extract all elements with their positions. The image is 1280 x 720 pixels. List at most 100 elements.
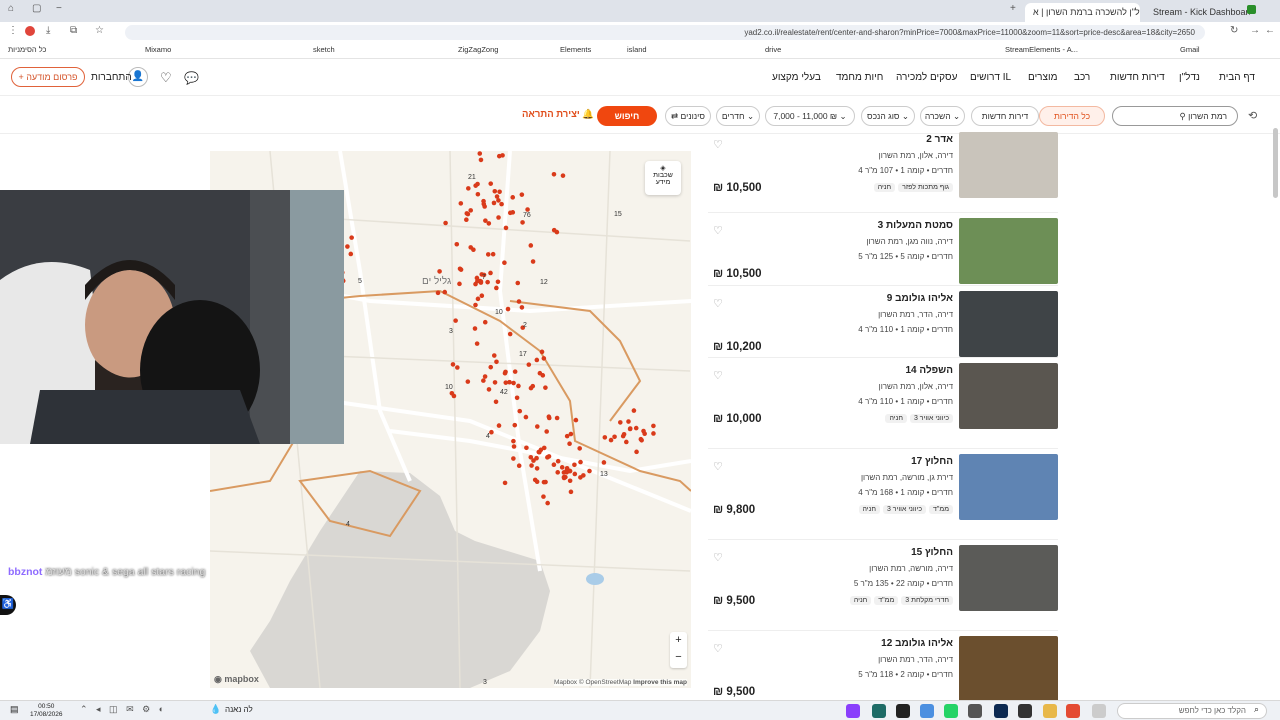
listing-pin[interactable] (624, 439, 629, 445)
listing-pin[interactable] (577, 446, 582, 451)
listing-pin[interactable] (561, 474, 567, 480)
window-menu-icon[interactable]: ⌂ (8, 3, 14, 14)
listing-pin[interactable] (503, 369, 508, 375)
listing-pin[interactable] (482, 374, 488, 379)
favorite-heart-icon[interactable]: ♡ (713, 460, 723, 473)
listing-pin[interactable] (541, 494, 546, 499)
listing-pin[interactable] (486, 221, 492, 226)
listing-pin[interactable] (608, 437, 614, 443)
file-explorer-icon[interactable] (1043, 704, 1057, 718)
map-attribution[interactable]: Mapbox © OpenStreetMap Improve this map (553, 679, 687, 686)
listing-photo[interactable] (959, 545, 1058, 611)
listing-pin[interactable] (634, 449, 639, 455)
listing-pin[interactable] (442, 289, 448, 295)
task-view-icon[interactable] (1092, 704, 1106, 718)
listing-pin[interactable] (475, 181, 480, 187)
listing-pin[interactable] (529, 463, 534, 468)
cluster-count-label[interactable]: 12 (540, 279, 548, 286)
nav-products[interactable]: מוצרים (1028, 72, 1057, 83)
listing-pin[interactable] (485, 279, 490, 285)
listing-pin[interactable] (457, 281, 462, 287)
create-alert-button[interactable]: יצירת התראה 🔔 (522, 109, 594, 120)
listing-pin[interactable] (544, 429, 549, 434)
listing-pin[interactable] (455, 365, 460, 370)
listing-pin[interactable] (511, 456, 516, 461)
listing-pin[interactable] (494, 285, 499, 291)
listing-pin[interactable] (453, 318, 458, 323)
favorite-heart-icon[interactable]: ♡ (713, 138, 723, 151)
listing-card[interactable]: השפלה 14 דירה, אלון, רמת השרון 4 חדרים • ק… (708, 363, 1058, 439)
listing-pin[interactable] (572, 471, 578, 477)
app-icon-2[interactable] (872, 704, 886, 718)
cluster-count-label[interactable]: 2 (523, 322, 527, 329)
favorite-heart-icon[interactable]: ♡ (713, 369, 723, 382)
listing-pin[interactable] (468, 208, 474, 213)
post-ad-button[interactable]: + פרסום מודעה (11, 67, 85, 87)
nav-businesses[interactable]: עסקים למכירה (896, 72, 957, 83)
listing-pin[interactable] (568, 431, 574, 437)
listing-pin[interactable] (567, 441, 572, 447)
listing-pin[interactable] (534, 357, 540, 363)
listing-pin[interactable] (560, 173, 566, 178)
listing-pin[interactable] (519, 305, 525, 310)
listing-pin[interactable] (491, 200, 497, 206)
listing-pin[interactable] (503, 225, 509, 231)
cluster-count-label[interactable]: 76 (523, 212, 531, 219)
back-icon[interactable]: ← (1265, 25, 1275, 36)
listing-pin[interactable] (554, 415, 560, 421)
listing-pin[interactable] (511, 444, 517, 449)
favorite-heart-icon[interactable]: ♡ (713, 224, 723, 237)
listing-pin[interactable] (491, 353, 497, 358)
cluster-count-label[interactable]: 10 (445, 384, 453, 391)
tab-all-apartments[interactable]: כל הדירות (1039, 106, 1105, 126)
favorite-heart-icon[interactable]: ♡ (713, 551, 723, 564)
listing-photo[interactable] (959, 454, 1058, 520)
listing-pin[interactable] (534, 424, 540, 429)
cluster-count-label[interactable]: 13 (600, 471, 608, 478)
photoshop-icon[interactable] (994, 704, 1008, 718)
listing-pin[interactable] (493, 399, 499, 405)
listing-pin[interactable] (554, 229, 560, 235)
listing-pin[interactable] (526, 362, 532, 367)
listing-pin[interactable] (475, 191, 481, 197)
listing-pin[interactable] (494, 359, 499, 365)
bookmark-elements[interactable]: Elements (560, 42, 591, 58)
accessibility-icon[interactable]: ♿ (0, 595, 16, 615)
system-tray-icons[interactable]: ⌃ ◂ ◫ ✉ ⚙ ◐ (80, 704, 167, 715)
listing-pin[interactable] (454, 241, 460, 247)
listing-pin[interactable] (511, 438, 516, 444)
bookmark-gmail[interactable]: Gmail (1180, 42, 1200, 58)
listing-pin[interactable] (474, 341, 480, 346)
nav-home[interactable]: דף הבית (1219, 72, 1255, 83)
terminal-icon[interactable] (896, 704, 910, 718)
listing-pin[interactable] (494, 194, 500, 199)
listing-pin[interactable] (449, 390, 455, 396)
listing-pin[interactable] (496, 198, 501, 203)
listing-pin[interactable] (478, 157, 484, 163)
listing-pin[interactable] (488, 181, 494, 186)
listing-pin[interactable] (495, 279, 501, 285)
listing-pin[interactable] (515, 280, 521, 286)
listing-pin[interactable] (443, 220, 448, 226)
listing-pin[interactable] (631, 408, 637, 413)
listing-pin[interactable] (578, 475, 583, 480)
listing-pin[interactable] (626, 419, 631, 424)
listing-pin[interactable] (543, 479, 548, 485)
cluster-count-label[interactable]: 5 (358, 278, 362, 285)
property-type-select[interactable]: סוג הנכס ⌄ (861, 106, 915, 126)
listing-pin[interactable] (537, 370, 543, 376)
tab-kick-dashboard[interactable]: Stream - Kick Dashboard (1145, 3, 1250, 22)
listing-pin[interactable] (502, 260, 507, 266)
listing-pin[interactable] (510, 195, 516, 200)
listing-card[interactable]: אדר 2 דירה, אלון, רמת השרון 4 חדרים • קומה… (708, 132, 1058, 208)
listing-pin[interactable] (348, 251, 354, 257)
listing-pin[interactable] (492, 380, 498, 385)
listing-photo[interactable] (959, 363, 1058, 429)
location-search-input[interactable]: ⚲ רמת השרון (1112, 106, 1238, 126)
listing-pin[interactable] (482, 319, 488, 325)
listing-pin[interactable] (345, 244, 350, 249)
nav-pets[interactable]: חיות מחמד (836, 72, 883, 83)
listing-pin[interactable] (578, 459, 583, 465)
listing-pin[interactable] (479, 293, 485, 298)
listing-photo[interactable] (959, 132, 1058, 198)
